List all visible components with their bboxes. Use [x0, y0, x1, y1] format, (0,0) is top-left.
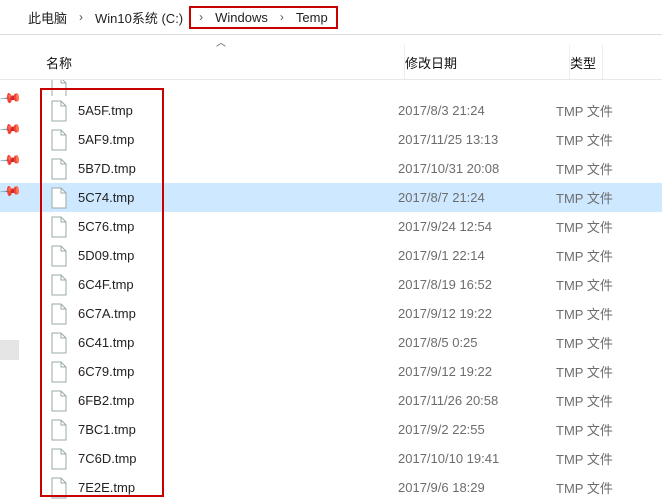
file-name: 5D09.tmp: [78, 248, 398, 263]
file-date: 2017/8/19 16:52: [398, 277, 556, 292]
pin-icon: 📌: [0, 86, 23, 110]
file-name: 6FB2.tmp: [78, 393, 398, 408]
file-icon: [50, 274, 68, 296]
file-name: 5C76.tmp: [78, 219, 398, 234]
file-name: 7BC1.tmp: [78, 422, 398, 437]
table-row[interactable]: 5D09.tmp2017/9/1 22:14TMP 文件: [0, 241, 662, 270]
annotation-box-breadcrumb: › Windows › Temp: [189, 6, 338, 29]
file-icon: [50, 158, 68, 180]
file-date: 2017/11/25 13:13: [398, 132, 556, 147]
file-type: TMP 文件: [556, 275, 613, 294]
header-type[interactable]: 类型: [570, 45, 603, 79]
file-list: 5A5F.tmp2017/8/3 21:24TMP 文件5AF9.tmp2017…: [0, 80, 662, 500]
file-icon: [50, 187, 68, 209]
file-icon: [50, 216, 68, 238]
table-row[interactable]: [0, 80, 662, 96]
file-type: TMP 文件: [556, 362, 613, 381]
table-row[interactable]: 7C6D.tmp2017/10/10 19:41TMP 文件: [0, 444, 662, 473]
table-row[interactable]: 7BC1.tmp2017/9/2 22:55TMP 文件: [0, 415, 662, 444]
file-date: 2017/11/26 20:58: [398, 393, 556, 408]
file-icon: [50, 100, 68, 122]
table-row[interactable]: 6C41.tmp2017/8/5 0:25TMP 文件: [0, 328, 662, 357]
file-icon: [50, 80, 68, 96]
file-type: TMP 文件: [556, 391, 613, 410]
file-date: 2017/9/6 18:29: [398, 480, 556, 495]
quick-access-pins: 📌 📌 📌 📌: [2, 90, 19, 200]
sidebar-fragment: [0, 340, 19, 360]
file-type: TMP 文件: [556, 246, 613, 265]
table-row[interactable]: 5C74.tmp2017/8/7 21:24TMP 文件: [0, 183, 662, 212]
file-icon: [50, 448, 68, 470]
file-type: TMP 文件: [556, 449, 613, 468]
file-date: 2017/8/7 21:24: [398, 190, 556, 205]
pin-icon: 📌: [0, 148, 23, 172]
table-row[interactable]: 6FB2.tmp2017/11/26 20:58TMP 文件: [0, 386, 662, 415]
sort-chevron-up-icon[interactable]: ︿: [216, 34, 226, 49]
file-icon: [50, 245, 68, 267]
file-type: TMP 文件: [556, 478, 613, 497]
file-date: 2017/9/2 22:55: [398, 422, 556, 437]
file-name: 6C79.tmp: [78, 364, 398, 379]
file-name: 7E2E.tmp: [78, 480, 398, 495]
file-name: 5B7D.tmp: [78, 161, 398, 176]
file-icon: [50, 129, 68, 151]
file-type: TMP 文件: [556, 130, 613, 149]
column-headers: 名称 修改日期 类型: [0, 45, 662, 80]
file-date: 2017/9/12 19:22: [398, 364, 556, 379]
crumb-temp[interactable]: Temp: [290, 8, 334, 27]
file-date: 2017/8/5 0:25: [398, 335, 556, 350]
file-type: TMP 文件: [556, 159, 613, 178]
file-icon: [50, 303, 68, 325]
file-type: TMP 文件: [556, 304, 613, 323]
header-name[interactable]: 名称: [46, 45, 405, 79]
file-date: 2017/9/1 22:14: [398, 248, 556, 263]
file-name: 7C6D.tmp: [78, 451, 398, 466]
file-icon: [50, 477, 68, 499]
file-type: TMP 文件: [556, 333, 613, 352]
chevron-right-icon: ›: [274, 10, 290, 24]
file-icon: [50, 419, 68, 441]
file-date: 2017/9/12 19:22: [398, 306, 556, 321]
file-icon: [50, 361, 68, 383]
file-name: 6C7A.tmp: [78, 306, 398, 321]
file-date: 2017/10/10 19:41: [398, 451, 556, 466]
file-date: 2017/8/3 21:24: [398, 103, 556, 118]
file-name: 5AF9.tmp: [78, 132, 398, 147]
table-row[interactable]: 7E2E.tmp2017/9/6 18:29TMP 文件: [0, 473, 662, 500]
file-name: 5A5F.tmp: [78, 103, 398, 118]
table-row[interactable]: 6C4F.tmp2017/8/19 16:52TMP 文件: [0, 270, 662, 299]
crumb-windows[interactable]: Windows: [209, 8, 274, 27]
file-type: TMP 文件: [556, 188, 613, 207]
table-row[interactable]: 5A5F.tmp2017/8/3 21:24TMP 文件: [0, 96, 662, 125]
chevron-right-icon: ›: [73, 10, 89, 24]
file-type: TMP 文件: [556, 101, 613, 120]
chevron-right-icon: ›: [193, 10, 209, 24]
file-date: 2017/10/31 20:08: [398, 161, 556, 176]
file-icon: [50, 332, 68, 354]
table-row[interactable]: 6C7A.tmp2017/9/12 19:22TMP 文件: [0, 299, 662, 328]
file-name: 6C4F.tmp: [78, 277, 398, 292]
file-name: 6C41.tmp: [78, 335, 398, 350]
crumb-this-pc[interactable]: 此电脑: [22, 6, 73, 29]
header-date[interactable]: 修改日期: [405, 45, 570, 79]
pin-icon: 📌: [0, 179, 23, 203]
table-row[interactable]: 5AF9.tmp2017/11/25 13:13TMP 文件: [0, 125, 662, 154]
file-type: TMP 文件: [556, 420, 613, 439]
file-name: 5C74.tmp: [78, 190, 398, 205]
table-row[interactable]: 6C79.tmp2017/9/12 19:22TMP 文件: [0, 357, 662, 386]
breadcrumb: 此电脑 › Win10系统 (C:) › Windows › Temp: [0, 0, 662, 35]
pin-icon: 📌: [0, 117, 23, 141]
file-type: TMP 文件: [556, 217, 613, 236]
table-row[interactable]: 5B7D.tmp2017/10/31 20:08TMP 文件: [0, 154, 662, 183]
table-row[interactable]: 5C76.tmp2017/9/24 12:54TMP 文件: [0, 212, 662, 241]
file-icon: [50, 390, 68, 412]
crumb-drive-c[interactable]: Win10系统 (C:): [89, 6, 189, 29]
file-date: 2017/9/24 12:54: [398, 219, 556, 234]
